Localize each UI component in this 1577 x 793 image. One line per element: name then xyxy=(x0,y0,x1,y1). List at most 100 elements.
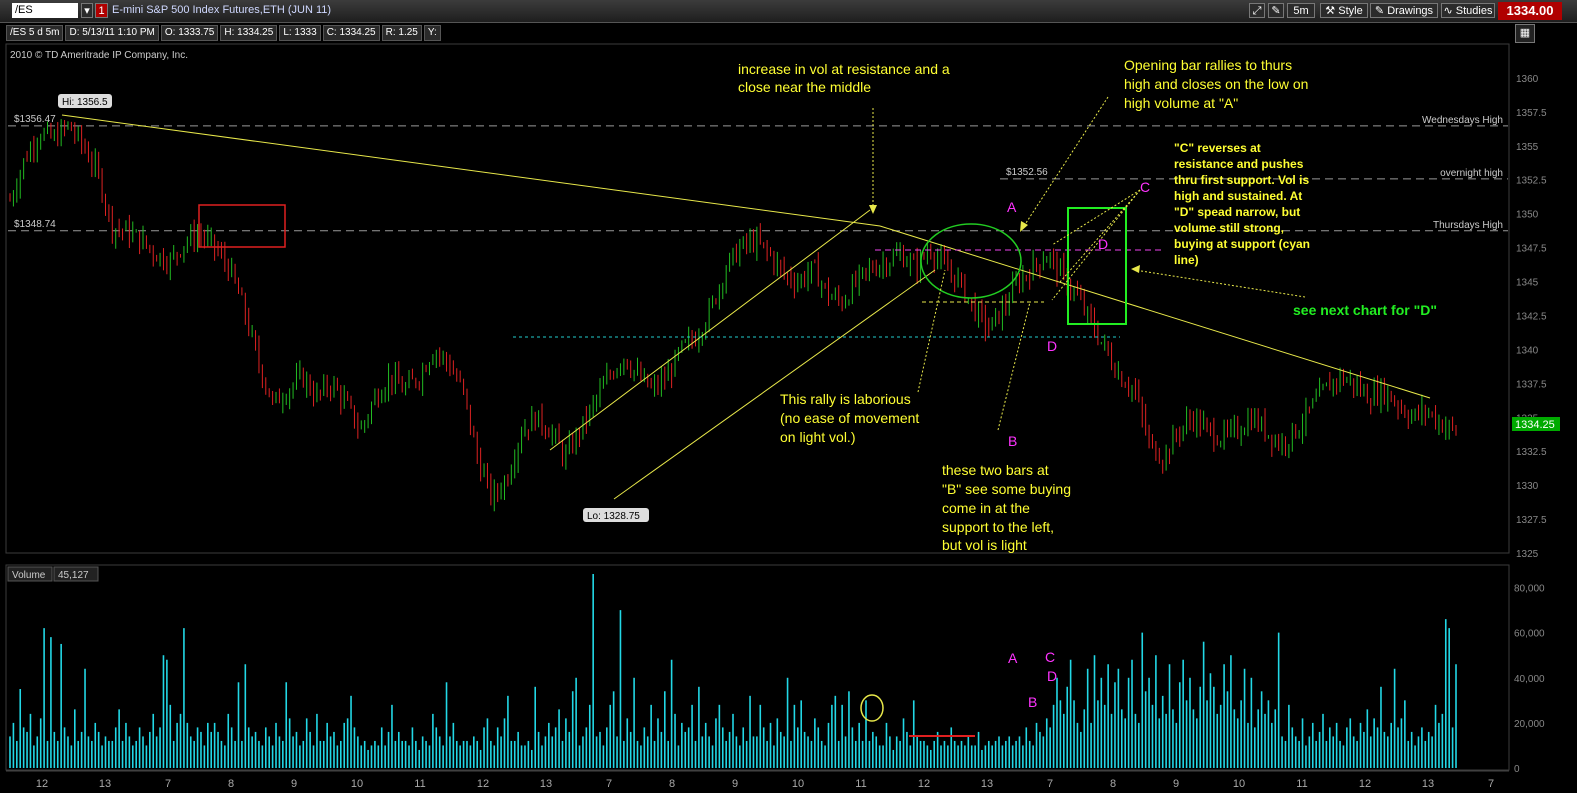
price-tick-label: 1352.5 xyxy=(1516,176,1547,187)
price-y-axis: 13251327.513301332.513351337.513401342.5… xyxy=(1516,74,1547,560)
annotation-c-5: "D" spead narrow, but xyxy=(1174,205,1300,219)
current-price-text: 1334.25 xyxy=(1515,419,1555,431)
reference-line-name: Wednesdays High xyxy=(1422,115,1503,126)
price-tick-label: 1350 xyxy=(1516,210,1539,221)
annotation-laborious-1: This rally is laborious xyxy=(780,391,911,407)
time-x-axis: 12 13 7 8 9 10 11 12 13 7 8 9 10 11 12 13 7 8 9 10 11 12 13 7 xyxy=(6,770,1509,790)
annotation-opening-2: high and closes on the low on xyxy=(1124,76,1308,92)
time-tick-label: 10 xyxy=(351,778,363,790)
annotation-c-1: "C" reverses at xyxy=(1174,141,1261,155)
vol-marker-a: A xyxy=(1008,650,1018,666)
annotation-b-2: "B" see some buying xyxy=(942,481,1071,497)
marker-b: B xyxy=(1008,433,1017,449)
annotation-c-7: buying at support (cyan xyxy=(1174,237,1310,251)
copyright-text: 2010 © TD Ameritrade IP Company, Inc. xyxy=(10,50,188,61)
green-ellipse xyxy=(920,223,1022,299)
marker-d-lower: D xyxy=(1047,338,1057,354)
annotation-laborious-3: on light vol.) xyxy=(780,429,855,445)
time-tick-label: 9 xyxy=(1173,778,1179,790)
time-tick-label: 8 xyxy=(228,778,234,790)
red-consolidation-box xyxy=(198,204,286,248)
downtrend-line-upper xyxy=(61,114,881,227)
time-tick-label: 8 xyxy=(669,778,675,790)
volume-tick-label: 60,000 xyxy=(1514,629,1545,640)
time-tick-label: 7 xyxy=(1047,778,1053,790)
price-volume-chart[interactable]: 2010 © TD Ameritrade IP Company, Inc. 13… xyxy=(0,0,1577,793)
price-panel-frame xyxy=(5,43,1510,554)
volume-highlight-circle xyxy=(860,694,884,722)
high-label: Hi: 1356.5 xyxy=(62,97,108,108)
time-tick-label: 7 xyxy=(606,778,612,790)
time-tick-label: 13 xyxy=(99,778,111,790)
reference-line-name: overnight high xyxy=(1440,168,1503,179)
reference-line-name: Thursdays High xyxy=(1433,220,1503,231)
time-tick-label: 10 xyxy=(792,778,804,790)
price-tick-label: 1325 xyxy=(1516,549,1539,560)
price-tick-label: 1327.5 xyxy=(1516,515,1547,526)
annotation-c-3: thru first support. Vol is xyxy=(1174,173,1309,187)
volume-tick-label: 80,000 xyxy=(1514,584,1545,595)
price-tick-label: 1330 xyxy=(1516,481,1539,492)
time-tick-label: 11 xyxy=(855,778,866,790)
time-tick-label: 11 xyxy=(1296,778,1307,790)
volume-tick-label: 40,000 xyxy=(1514,674,1545,685)
time-tick-label: 9 xyxy=(732,778,738,790)
arrow-laborious xyxy=(917,269,946,393)
price-tick-label: 1360 xyxy=(1516,74,1539,85)
vol-marker-d: D xyxy=(1047,668,1057,684)
time-tick-label: 7 xyxy=(1488,778,1494,790)
reference-line-price: $1348.74 xyxy=(14,219,56,230)
annotation-c-8: line) xyxy=(1174,253,1199,267)
reference-line-price: $1352.56 xyxy=(1006,167,1048,178)
time-tick-label: 12 xyxy=(477,778,489,790)
annotation-opening-1: Opening bar rallies to thurs xyxy=(1124,57,1292,73)
price-tick-label: 1345 xyxy=(1516,278,1539,289)
annotation-c-2: resistance and pushes xyxy=(1174,157,1304,171)
vol-marker-c: C xyxy=(1045,649,1055,665)
price-tick-label: 1347.5 xyxy=(1516,244,1547,255)
annotation-vol-resistance-1: increase in vol at resistance and a xyxy=(738,61,950,77)
marker-a: A xyxy=(1007,199,1017,215)
time-tick-label: 12 xyxy=(36,778,48,790)
marker-c: C xyxy=(1140,179,1150,195)
time-tick-label: 11 xyxy=(414,778,425,790)
price-tick-label: 1357.5 xyxy=(1516,108,1547,119)
annotation-b-1: these two bars at xyxy=(942,462,1049,478)
price-tick-label: 1355 xyxy=(1516,142,1539,153)
time-tick-label: 12 xyxy=(1359,778,1371,790)
time-tick-label: 13 xyxy=(1422,778,1434,790)
volume-bars xyxy=(9,574,1457,768)
time-tick-label: 7 xyxy=(165,778,171,790)
marker-d-upper: D xyxy=(1098,236,1108,252)
annotation-b-4: support to the left, xyxy=(942,519,1054,535)
annotation-b-3: come in at the xyxy=(942,500,1030,516)
volume-y-axis: 0 20,000 40,000 60,000 80,000 xyxy=(1514,584,1545,775)
reference-line-price: $1356.47 xyxy=(14,114,56,125)
arrowhead xyxy=(869,205,877,214)
arrow-next-chart xyxy=(1134,269,1306,298)
arrow-opening-bar xyxy=(1023,96,1109,227)
price-tick-label: 1340 xyxy=(1516,345,1539,356)
time-tick-label: 12 xyxy=(918,778,930,790)
arrowhead xyxy=(1131,265,1140,273)
volume-value: 45,127 xyxy=(58,570,89,581)
time-tick-label: 13 xyxy=(540,778,552,790)
annotation-next-chart: see next chart for "D" xyxy=(1293,302,1437,318)
annotation-laborious-2: (no ease of movement xyxy=(780,410,919,426)
volume-tick-label: 0 xyxy=(1514,764,1520,775)
time-tick-label: 13 xyxy=(981,778,993,790)
vol-marker-b: B xyxy=(1028,694,1037,710)
volume-tick-label: 20,000 xyxy=(1514,719,1545,730)
annotation-b-5: but vol is light xyxy=(942,537,1027,553)
price-tick-label: 1342.5 xyxy=(1516,311,1547,322)
annotation-opening-3: high volume at "A" xyxy=(1124,95,1238,111)
annotation-c-4: high and sustained. At xyxy=(1174,189,1302,203)
price-tick-label: 1337.5 xyxy=(1516,379,1547,390)
time-tick-label: 10 xyxy=(1233,778,1245,790)
volume-label: Volume xyxy=(12,570,46,581)
time-tick-label: 9 xyxy=(291,778,297,790)
green-highlight-box xyxy=(1067,207,1127,325)
annotation-c-6: volume still strong, xyxy=(1174,221,1284,235)
annotation-vol-resistance-2: close near the middle xyxy=(738,79,871,95)
channel-line-lower xyxy=(613,269,936,500)
